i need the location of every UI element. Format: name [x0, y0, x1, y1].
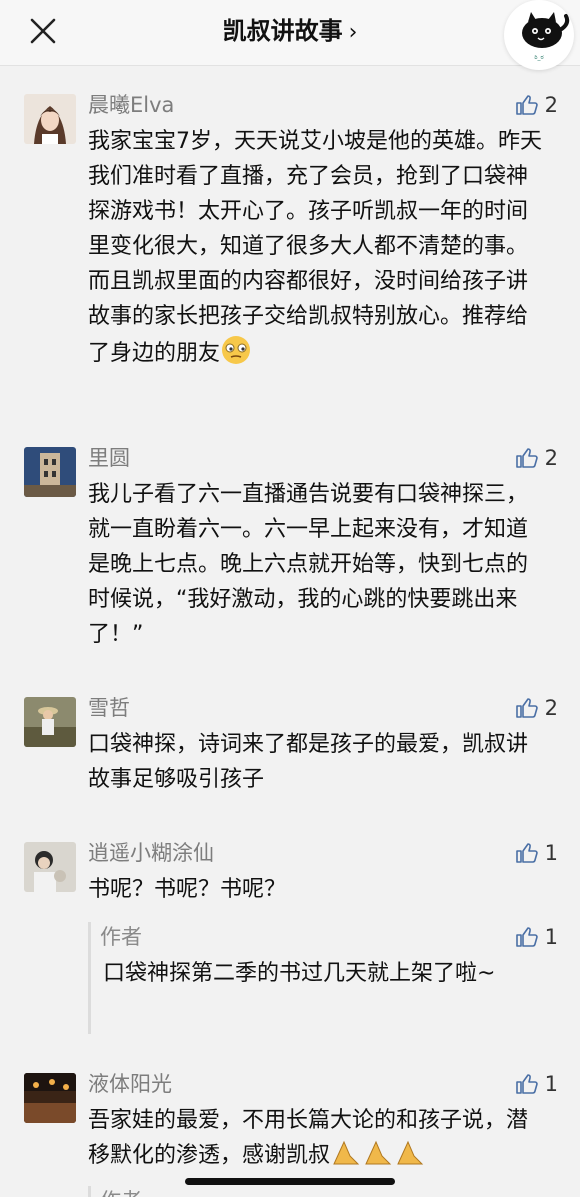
avatar[interactable]	[24, 697, 76, 747]
reply-author-label: 作者	[100, 925, 142, 949]
author-reply: 作者 1 口袋神探第二季的书过几天就上架了啦~	[88, 922, 558, 1034]
comment-username[interactable]: 晨曦Elva	[88, 90, 174, 120]
avatar[interactable]	[24, 447, 76, 497]
like-count: 2	[544, 696, 558, 720]
like-count: 1	[544, 925, 558, 949]
skeptical-face-emoji-icon	[220, 334, 252, 377]
user-avatar-image	[24, 447, 76, 497]
like-button[interactable]: 1	[515, 922, 558, 952]
like-count: 1	[544, 841, 558, 865]
user-avatar-image	[24, 94, 76, 144]
like-button[interactable]: 1	[515, 1069, 558, 1099]
thumbs-up-icon	[515, 927, 538, 947]
reply-author-label: 作者	[100, 1186, 142, 1197]
thumbs-up-icon	[515, 448, 538, 468]
account-title-link[interactable]: 凯叔讲故事 ›	[0, 14, 580, 50]
comment-username[interactable]: 液体阳光	[88, 1069, 172, 1099]
chevron-right-icon: ›	[348, 20, 358, 45]
like-button[interactable]: 2	[515, 443, 558, 473]
praying-hands-emoji-icon	[330, 1138, 426, 1179]
like-button[interactable]: 2	[515, 90, 558, 120]
user-avatar-image	[24, 1073, 76, 1123]
comment-username[interactable]: 雪哲	[88, 693, 130, 723]
comment-page: 凯叔讲故事 › ಠಿ_ಠ 晨曦Elva 2 我家宝宝7岁，天天说艾小坡是他的英雄…	[0, 0, 580, 1197]
nav-header: 凯叔讲故事 › ಠಿ_ಠ	[0, 0, 580, 70]
like-button[interactable]: 2	[515, 693, 558, 723]
comment-text: 书呢？书呢？书呢？	[88, 877, 287, 902]
page-title: 凯叔讲故事	[222, 17, 343, 45]
user-avatar-image	[24, 697, 76, 747]
comment-text: 我儿子看了六一直播通告说要有口袋神探三，就一直盼着六一。六一早上起来没有，才知道…	[88, 482, 529, 647]
author-reply-partial: 作者	[88, 1186, 558, 1197]
like-count: 2	[544, 93, 558, 117]
comment-username[interactable]: 逍遥小糊涂仙	[88, 838, 214, 868]
thumbs-up-icon	[515, 95, 538, 115]
thumbs-up-icon	[515, 843, 538, 863]
brand-logo[interactable]: ಠಿ_ಠ	[504, 0, 574, 70]
avatar[interactable]	[24, 842, 76, 892]
comment-text: 我家宝宝7岁，天天说艾小坡是他的英雄。昨天我们准时看了直播，充了会员，抢到了口袋…	[88, 124, 548, 377]
comment-text: 吾家娃的最爱，不用长篇大论的和孩子说，潜移默化的渗透，感谢凯叔	[88, 1103, 548, 1179]
thumbs-up-icon	[515, 698, 538, 718]
avatar[interactable]	[24, 1073, 76, 1123]
home-indicator[interactable]	[185, 1178, 395, 1185]
like-count: 2	[544, 446, 558, 470]
cat-logo-icon: ಠಿ_ಠ	[522, 12, 570, 61]
comment-username[interactable]: 里圆	[88, 443, 130, 473]
user-avatar-image	[24, 842, 76, 892]
thumbs-up-icon	[515, 1074, 538, 1094]
avatar[interactable]	[24, 94, 76, 144]
like-button[interactable]: 1	[515, 838, 558, 868]
svg-text:ಠಿ_ಠ: ಠಿ_ಠ	[534, 54, 543, 61]
reply-text: 口袋神探第二季的书过几天就上架了啦~	[103, 961, 496, 986]
comment-text: 口袋神探，诗词来了都是孩子的最爱，凯叔讲故事足够吸引孩子	[88, 732, 529, 792]
like-count: 1	[544, 1072, 558, 1096]
